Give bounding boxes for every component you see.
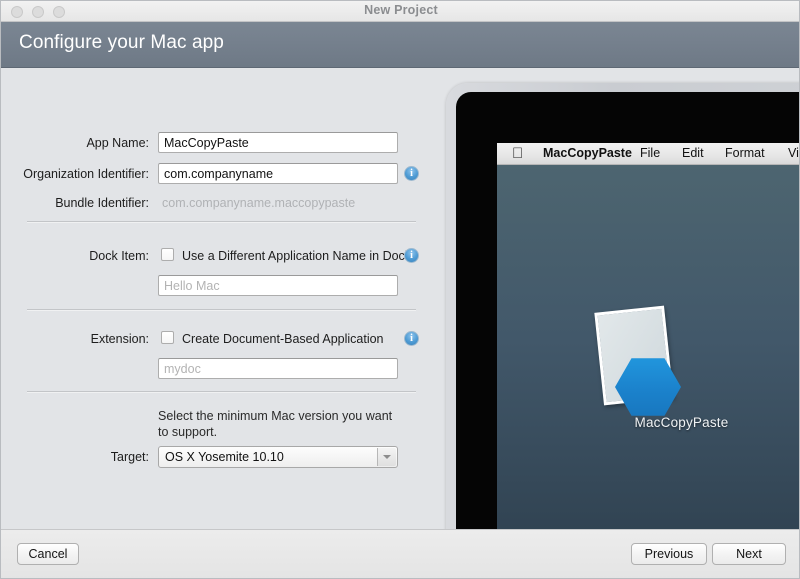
organization-identifier-label: Organization Identifier:: [23, 167, 149, 181]
menu-item-view: View: [788, 146, 799, 160]
laptop-screen:  MacCopyPaste File Edit Format View: [497, 143, 799, 529]
cancel-button[interactable]: Cancel: [17, 543, 79, 565]
preview-menubar:  MacCopyPaste File Edit Format View: [497, 143, 799, 165]
app-name-input[interactable]: [158, 132, 398, 153]
preview-desktop: MacCopyPaste: [497, 165, 799, 529]
page-title: Configure your Mac app: [19, 32, 224, 53]
configuration-form: App Name: Organization Identifier: i Bun…: [1, 69, 441, 529]
chevron-down-icon: [383, 455, 391, 459]
dialog-footer: Cancel Previous Next: [1, 529, 799, 578]
app-preview-panel:  MacCopyPaste File Edit Format View: [441, 69, 799, 529]
new-project-window: New Project Configure your Mac app App N…: [0, 0, 800, 579]
menu-item-edit: Edit: [682, 146, 704, 160]
previous-button[interactable]: Previous: [631, 543, 707, 565]
menu-item-app-name: MacCopyPaste: [543, 146, 632, 160]
app-document-icon: [585, 305, 695, 425]
section-divider-2: [27, 309, 416, 311]
apple-logo-icon: : [512, 144, 523, 164]
next-button[interactable]: Next: [712, 543, 786, 565]
app-name-label: App Name:: [86, 136, 149, 150]
window-title: New Project: [364, 3, 438, 17]
target-select-value: OS X Yosemite 10.10: [165, 450, 284, 464]
menu-item-file: File: [640, 146, 661, 160]
window-titlebar: New Project: [1, 1, 799, 22]
extension-checkbox-label: Create Document-Based Application: [182, 332, 384, 346]
dock-item-info-icon[interactable]: i: [404, 248, 419, 263]
section-divider-3: [27, 391, 416, 393]
app-icon-label: MacCopyPaste: [634, 415, 729, 430]
organization-identifier-info-icon[interactable]: i: [404, 166, 419, 181]
laptop-mockup:  MacCopyPaste File Edit Format View: [446, 83, 799, 529]
organization-identifier-input[interactable]: [158, 163, 398, 184]
dock-item-name-input[interactable]: [158, 275, 398, 296]
dock-item-checkbox[interactable]: [161, 248, 174, 261]
bundle-identifier-label: Bundle Identifier:: [55, 196, 149, 210]
target-select[interactable]: OS X Yosemite 10.10: [158, 446, 398, 468]
section-divider-1: [27, 221, 416, 223]
laptop-bezel:  MacCopyPaste File Edit Format View: [456, 92, 799, 529]
dialog-body: App Name: Organization Identifier: i Bun…: [1, 69, 799, 529]
target-select-arrow-button[interactable]: [377, 448, 396, 466]
target-label: Target:: [110, 450, 149, 464]
extension-document-input[interactable]: [158, 358, 398, 379]
target-help-text: Select the minimum Mac version you want …: [158, 409, 393, 439]
dock-item-checkbox-label: Use a Different Application Name in Dock: [182, 249, 412, 263]
dock-item-label: Dock Item:: [89, 249, 149, 263]
menu-item-format: Format: [725, 146, 765, 160]
extension-label: Extension:: [90, 332, 149, 346]
extension-checkbox[interactable]: [161, 331, 174, 344]
header-banner: Configure your Mac app: [1, 22, 799, 68]
bundle-identifier-value: com.companyname.maccopypaste: [162, 196, 356, 210]
extension-info-icon[interactable]: i: [404, 331, 419, 346]
